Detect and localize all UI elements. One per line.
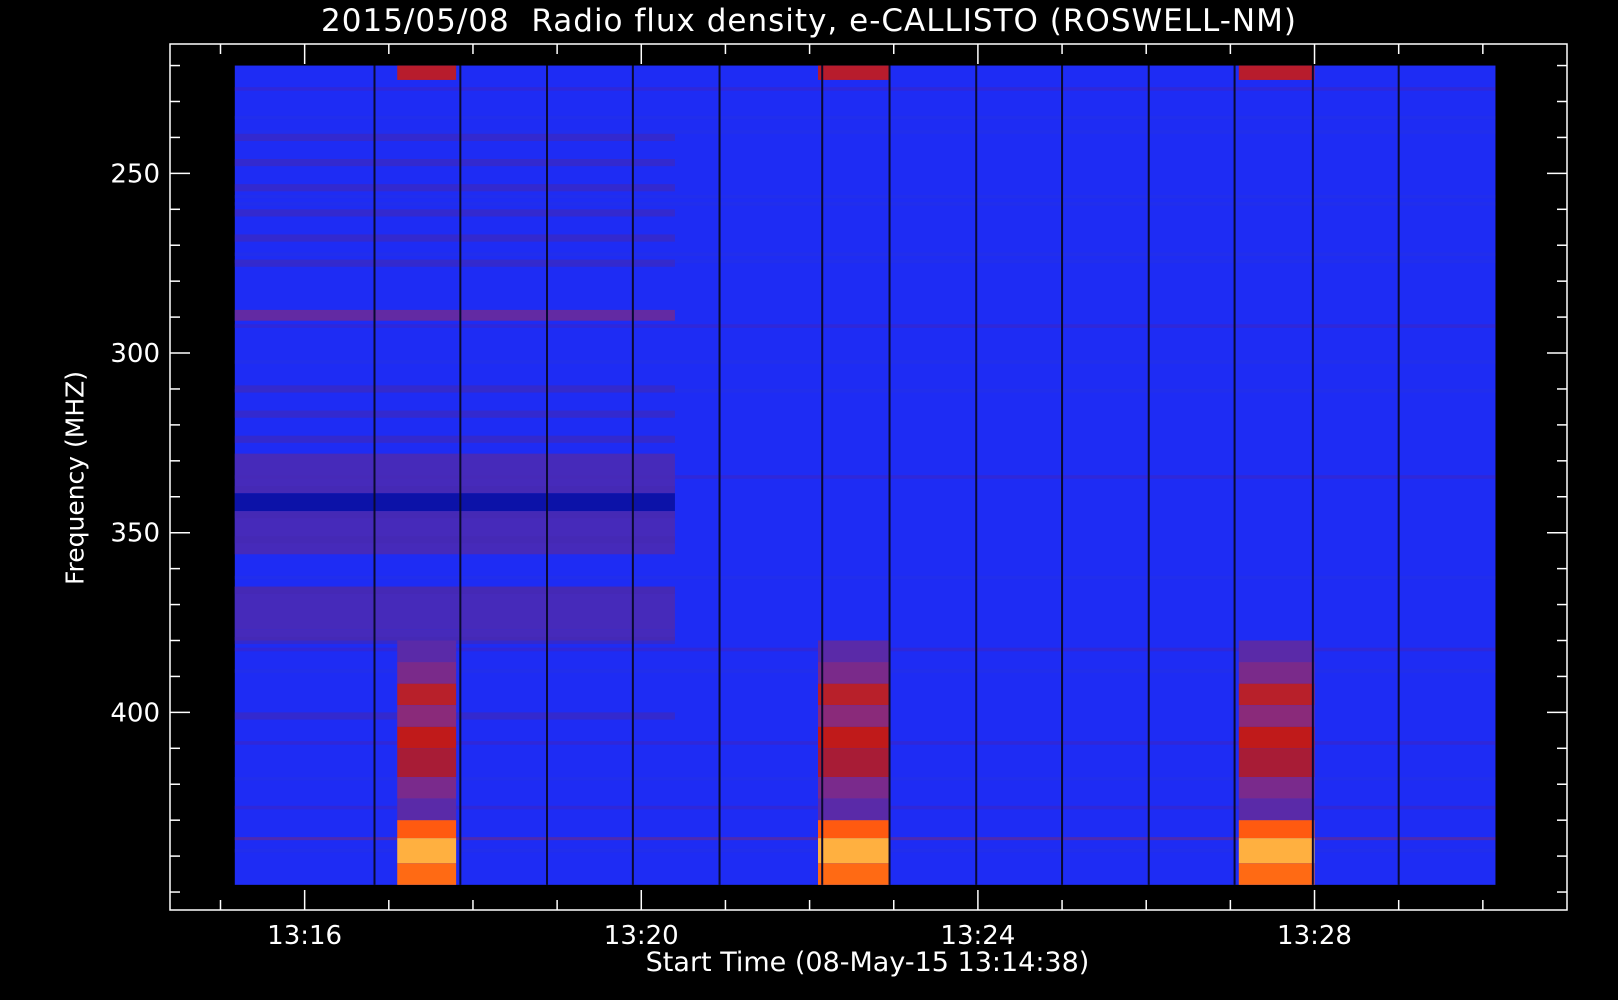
calibration-burst [397,65,457,80]
calibration-burst [397,705,457,727]
calibration-burst [818,820,890,839]
y-tick-label: 250 [110,159,160,189]
calibration-burst [397,863,457,885]
calibration-burst [1238,726,1315,749]
noise-band [234,130,1496,134]
emission-band [234,184,675,192]
noise-band [234,360,1496,364]
calibration-burst [1238,863,1315,885]
calibration-burst [397,683,457,706]
calibration-burst [818,640,890,663]
emission-band [234,385,675,393]
calibration-burst [397,777,457,799]
emission-band [234,493,675,512]
noise-band [234,575,1496,580]
calibration-burst [1238,662,1315,684]
emission-band [234,485,675,494]
noise-band [234,252,1496,257]
calibration-burst [397,798,457,821]
calibration-burst [818,726,890,749]
emission-band [234,511,675,519]
y-tick-label: 300 [110,339,160,369]
calibration-burst [1238,640,1315,663]
calibration-burst [397,820,457,839]
calibration-burst [1238,798,1315,821]
y-tick-label: 350 [110,519,160,549]
calibration-burst [1238,65,1315,80]
calibration-burst [1238,683,1315,706]
noise-band [234,202,1496,206]
calibration-burst [1238,748,1315,778]
y-tick-label: 400 [110,698,160,728]
calibration-burst [818,838,890,864]
calibration-burst [397,640,457,663]
calibration-burst [818,748,890,778]
calibration-burst [818,683,890,706]
noise-band [234,87,1496,91]
emission-band [234,209,675,217]
y-axis-label: Frequency (MHZ) [60,370,90,586]
emission-band [234,158,675,167]
calibration-burst [818,65,890,80]
emission-band [234,259,675,267]
noise-band [234,324,1496,328]
calibration-burst [818,662,890,684]
x-axis-label: Start Time (08-May-15 13:14:38) [645,947,1090,978]
emission-band [234,133,675,142]
calibration-burst [397,748,457,778]
emission-band [234,435,675,443]
calibration-burst [1238,820,1315,839]
calibration-burst [397,726,457,749]
calibration-burst [1238,705,1315,727]
spectrogram-plot: 13:16 13:20 13:24 13:28250300350400 [110,43,1568,951]
spectrogram-heatmap [234,65,1496,885]
noise-band [234,194,1496,199]
noise-band [234,115,1496,120]
calibration-burst [1238,777,1315,799]
calibration-burst [818,798,890,821]
calibration-burst [397,662,457,684]
emission-band [234,410,675,418]
emission-band [234,586,675,594]
calibration-burst [818,863,890,885]
emission-band [234,536,675,544]
calibration-burst [1238,838,1315,864]
calibration-burst [818,705,890,727]
emission-band [234,309,675,321]
emission-band [234,234,675,242]
calibration-burst [397,838,457,864]
calibration-burst [818,777,890,799]
